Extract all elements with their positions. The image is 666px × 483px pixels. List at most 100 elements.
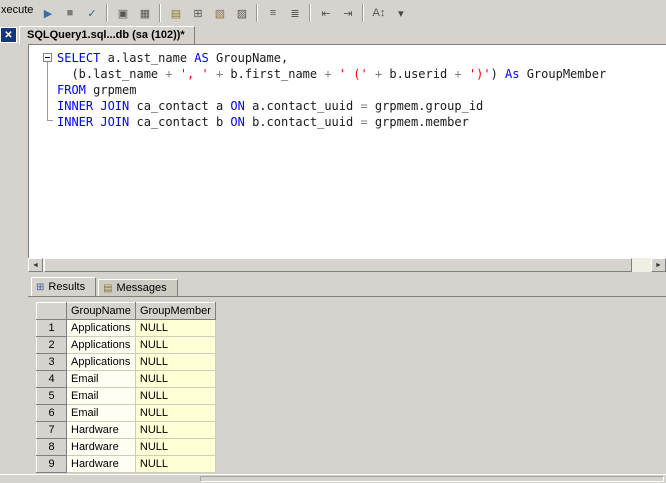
row-number-cell[interactable]: 4: [36, 370, 67, 388]
include-actual-plan-icon[interactable]: ▧: [209, 3, 230, 23]
cell-groupname[interactable]: Email: [66, 387, 136, 405]
grid-corner-cell[interactable]: [36, 302, 67, 320]
tab-messages[interactable]: ▤ Messages: [98, 279, 178, 296]
close-panel-button[interactable]: ✕: [0, 27, 17, 43]
cell-groupname[interactable]: Email: [66, 370, 136, 388]
row-number-cell[interactable]: 2: [36, 336, 67, 354]
indent-icon[interactable]: ⇥: [337, 3, 358, 23]
cell-groupmember[interactable]: NULL: [134, 336, 216, 354]
code-line[interactable]: SELECT a.last_name AS GroupName,: [57, 50, 606, 66]
cell-groupmember[interactable]: NULL: [134, 438, 216, 456]
design-query-icon[interactable]: ⊞: [187, 3, 208, 23]
cell-groupmember[interactable]: NULL: [134, 387, 216, 405]
toolbar-separator: [159, 4, 162, 22]
code-fold-line: [47, 62, 48, 120]
debug-play-icon[interactable]: ▶: [37, 3, 58, 23]
code-token: =: [360, 99, 368, 113]
code-token: ca_contact a: [129, 99, 231, 113]
cell-groupmember[interactable]: NULL: [134, 353, 216, 371]
sql-editor[interactable]: SELECT a.last_name AS GroupName, (b.last…: [28, 44, 666, 258]
code-token: FROM: [57, 83, 86, 97]
table-row: 9 Hardware NULL: [36, 455, 216, 473]
estimated-plan-icon[interactable]: ▣: [112, 3, 133, 23]
code-token: grpmem.group_id: [367, 99, 484, 113]
row-number-cell[interactable]: 5: [36, 387, 67, 405]
table-row: 1 Applications NULL: [36, 319, 216, 337]
cell-groupmember[interactable]: NULL: [134, 421, 216, 439]
cell-groupname[interactable]: Hardware: [66, 455, 136, 473]
tab-results[interactable]: ⊞ Results: [31, 277, 97, 296]
code-token: ca_contact b: [129, 115, 231, 129]
code-token: =: [360, 115, 368, 129]
code-fold-collapse-icon[interactable]: [43, 53, 52, 62]
code-token: b.userid: [389, 67, 455, 81]
code-token: grpmem: [85, 83, 137, 97]
row-number-cell[interactable]: 9: [36, 455, 67, 473]
code-token: SELECT: [57, 51, 101, 65]
row-number-cell[interactable]: 6: [36, 404, 67, 422]
toolbar-overflow-chevron-icon[interactable]: ▾: [390, 3, 411, 23]
row-number-cell[interactable]: 3: [36, 353, 67, 371]
code-token: ): [490, 67, 506, 81]
code-line[interactable]: FROM grpmem: [57, 82, 606, 98]
results-tabstrip: ⊞ Results ▤ Messages: [28, 276, 666, 296]
toolbar-separator: [256, 4, 259, 22]
table-row: 8 Hardware NULL: [36, 438, 216, 456]
code-token: ', ': [179, 67, 209, 81]
table-row: 7 Hardware NULL: [36, 421, 216, 439]
scroll-left-button[interactable]: ◄: [28, 258, 43, 272]
table-row: 5 Email NULL: [36, 387, 216, 405]
cell-groupname[interactable]: Applications: [66, 319, 136, 337]
specify-template-values-icon[interactable]: ▤: [165, 3, 186, 23]
parse-check-icon[interactable]: ✓: [81, 3, 102, 23]
cell-groupmember[interactable]: NULL: [134, 319, 216, 337]
tab-sqlquery1[interactable]: SQLQuery1.sql...db (sa (102))*: [19, 26, 195, 44]
cell-groupname[interactable]: Email: [66, 404, 136, 422]
scrollbar-thumb[interactable]: [44, 258, 632, 272]
query-options-icon[interactable]: ▦: [134, 3, 155, 23]
row-number-cell[interactable]: 1: [36, 319, 67, 337]
row-number-cell[interactable]: 7: [36, 421, 67, 439]
stop-icon[interactable]: ■: [59, 3, 80, 23]
ssms-window: xecute ▶ ■ ✓ ▣ ▦ ▤ ⊞ ▧ ▨ ≡ ≣ ⇤ ⇥ A↕ ▾ ✕ SQLQuery1.sql.…: [0, 0, 666, 483]
editor-horizontal-scrollbar[interactable]: ◄ ►: [28, 258, 666, 272]
column-header-groupmember[interactable]: GroupMember: [134, 302, 216, 320]
toolbar-separator: [309, 4, 312, 22]
code-token: b.contact_uuid: [244, 115, 361, 129]
code-token: As: [505, 67, 520, 81]
code-token: ')': [468, 67, 491, 81]
grid-body: 1 Applications NULL 2 Applications NULL 3 Appli…: [36, 319, 216, 473]
cell-groupmember[interactable]: NULL: [134, 404, 216, 422]
results-pane: GroupName GroupMember 1 Applications NULL 2 A…: [28, 296, 666, 474]
code-line[interactable]: (b.last_name + ', ' + b.first_name + ' (…: [57, 66, 606, 82]
code-line[interactable]: INNER JOIN ca_contact a ON a.contact_uui…: [57, 98, 606, 114]
tab-label: Results: [48, 281, 86, 293]
client-statistics-icon[interactable]: ▨: [231, 3, 252, 23]
row-number-cell[interactable]: 8: [36, 438, 67, 456]
code-line[interactable]: INNER JOIN ca_contact b ON b.contact_uui…: [57, 114, 606, 130]
code-token: INNER JOIN: [57, 115, 130, 129]
code-token: AS: [194, 51, 209, 65]
results-grid: GroupName GroupMember 1 Applications NULL 2 A…: [36, 302, 216, 473]
scroll-right-button[interactable]: ►: [651, 258, 666, 272]
column-header-groupname[interactable]: GroupName: [66, 302, 136, 320]
code-token: GroupName,: [208, 51, 289, 65]
code-token: GroupMember: [519, 67, 607, 81]
sort-case-icon[interactable]: A↕: [368, 3, 389, 23]
cell-groupmember[interactable]: NULL: [134, 370, 216, 388]
cell-groupmember[interactable]: NULL: [134, 455, 216, 473]
cell-groupname[interactable]: Hardware: [66, 438, 136, 456]
cell-groupname[interactable]: Applications: [66, 353, 136, 371]
code-token: a.last_name: [100, 51, 195, 65]
table-row: 2 Applications NULL: [36, 336, 216, 354]
execute-button-label[interactable]: xecute: [1, 4, 33, 16]
cell-groupname[interactable]: Applications: [66, 336, 136, 354]
outdent-icon[interactable]: ⇤: [315, 3, 336, 23]
results-to-text-icon[interactable]: ≡: [262, 3, 283, 23]
cell-groupname[interactable]: Hardware: [66, 421, 136, 439]
toolbar-separator: [106, 4, 109, 22]
results-to-grid-icon[interactable]: ≣: [284, 3, 305, 23]
toolbar-separator: [362, 4, 365, 22]
code-token: +: [165, 67, 180, 81]
